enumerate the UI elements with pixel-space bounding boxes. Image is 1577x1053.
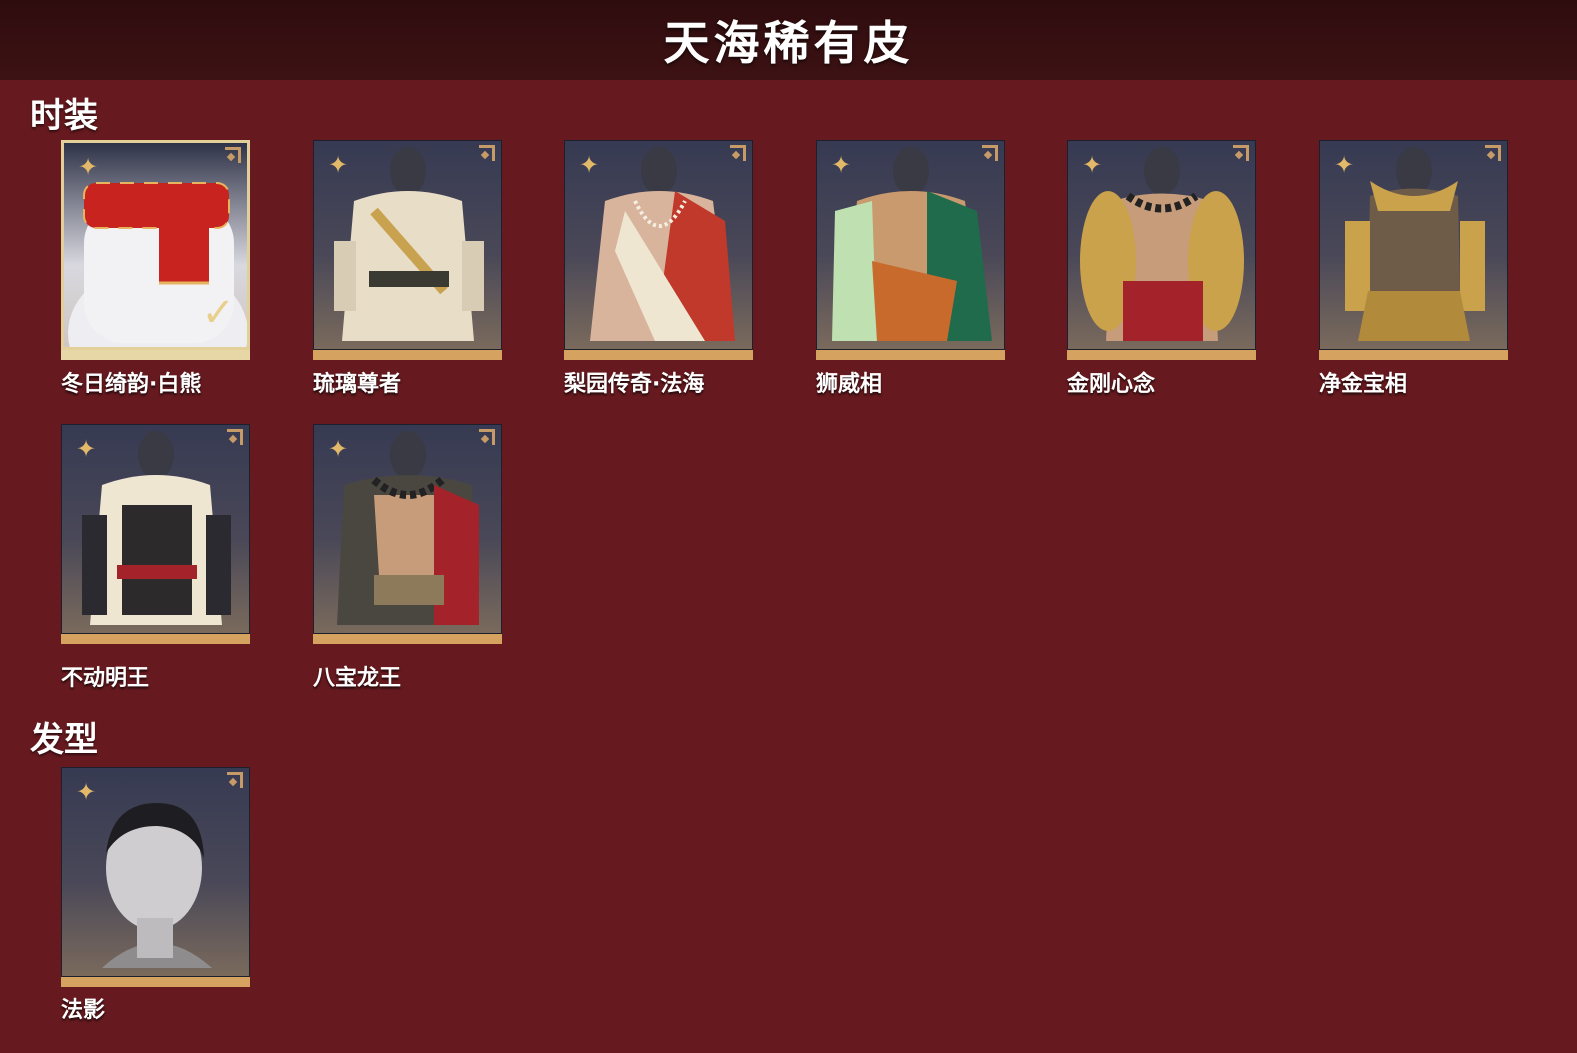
card-frame-bar: [313, 350, 502, 360]
skin-thumbnail: ✦: [313, 424, 502, 634]
hair-thumbnail: ✦: [61, 767, 250, 977]
skin-label: 梨园传奇·法海: [564, 372, 705, 397]
rarity-star-icon: ✦: [77, 153, 99, 181]
skin-label: 冬日绮韵·白熊: [61, 372, 202, 397]
rarity-star-icon: ✦: [75, 778, 97, 806]
card-frame-bar: [61, 977, 250, 987]
rarity-star-icon: ✦: [578, 151, 600, 179]
skin-card[interactable]: ✦: [313, 424, 502, 646]
skin-label: 不动明王: [61, 666, 150, 691]
card-frame-bar: [61, 350, 250, 360]
hair-label: 法影: [61, 998, 106, 1023]
corner-badge-icon: [982, 145, 998, 161]
skin-thumbnail: ✦: [1067, 140, 1256, 350]
skin-thumbnail: ✦: [1319, 140, 1508, 350]
section-title-hair: 发型: [30, 720, 98, 760]
header-bar: 天海稀有皮: [0, 0, 1577, 80]
card-frame-bar: [816, 350, 1005, 360]
rarity-star-icon: ✦: [1333, 151, 1355, 179]
rarity-star-icon: ✦: [327, 151, 349, 179]
corner-badge-icon: [225, 147, 241, 163]
skin-label: 狮威相: [816, 372, 883, 397]
skin-thumbnail: ✦: [61, 424, 250, 634]
skin-label: 金刚心念: [1067, 372, 1156, 397]
rarity-star-icon: ✦: [830, 151, 852, 179]
card-frame-bar: [61, 634, 250, 644]
section-title-costume: 时装: [30, 96, 98, 136]
skin-card[interactable]: ✦ ✓: [61, 140, 250, 362]
skin-card[interactable]: ✦: [1067, 140, 1256, 362]
skin-card[interactable]: ✦: [313, 140, 502, 362]
corner-badge-icon: [1233, 145, 1249, 161]
corner-badge-icon: [730, 145, 746, 161]
corner-badge-icon: [227, 429, 243, 445]
rarity-star-icon: ✦: [1081, 151, 1103, 179]
card-frame-bar: [564, 350, 753, 360]
corner-badge-icon: [227, 772, 243, 788]
corner-badge-icon: [479, 145, 495, 161]
skin-label: 八宝龙王: [313, 666, 402, 691]
card-frame-bar: [313, 634, 502, 644]
skin-label: 净金宝相: [1319, 372, 1408, 397]
corner-badge-icon: [1485, 145, 1501, 161]
skin-thumbnail: ✦ ✓: [61, 140, 250, 350]
skin-card[interactable]: ✦: [564, 140, 753, 362]
skin-card[interactable]: ✦: [1319, 140, 1508, 362]
card-frame-bar: [1067, 350, 1256, 360]
skin-thumbnail: ✦: [816, 140, 1005, 350]
selected-check-icon: ✓: [201, 290, 235, 336]
card-frame-bar: [1319, 350, 1508, 360]
skin-thumbnail: ✦: [313, 140, 502, 350]
skin-card[interactable]: ✦: [816, 140, 1005, 362]
skin-card[interactable]: ✦: [61, 424, 250, 646]
hair-card[interactable]: ✦: [61, 767, 250, 989]
skin-thumbnail: ✦: [564, 140, 753, 350]
page-title: 天海稀有皮: [663, 16, 914, 70]
rarity-star-icon: ✦: [327, 435, 349, 463]
corner-badge-icon: [479, 429, 495, 445]
skin-label: 琉璃尊者: [313, 372, 402, 397]
rarity-star-icon: ✦: [75, 435, 97, 463]
